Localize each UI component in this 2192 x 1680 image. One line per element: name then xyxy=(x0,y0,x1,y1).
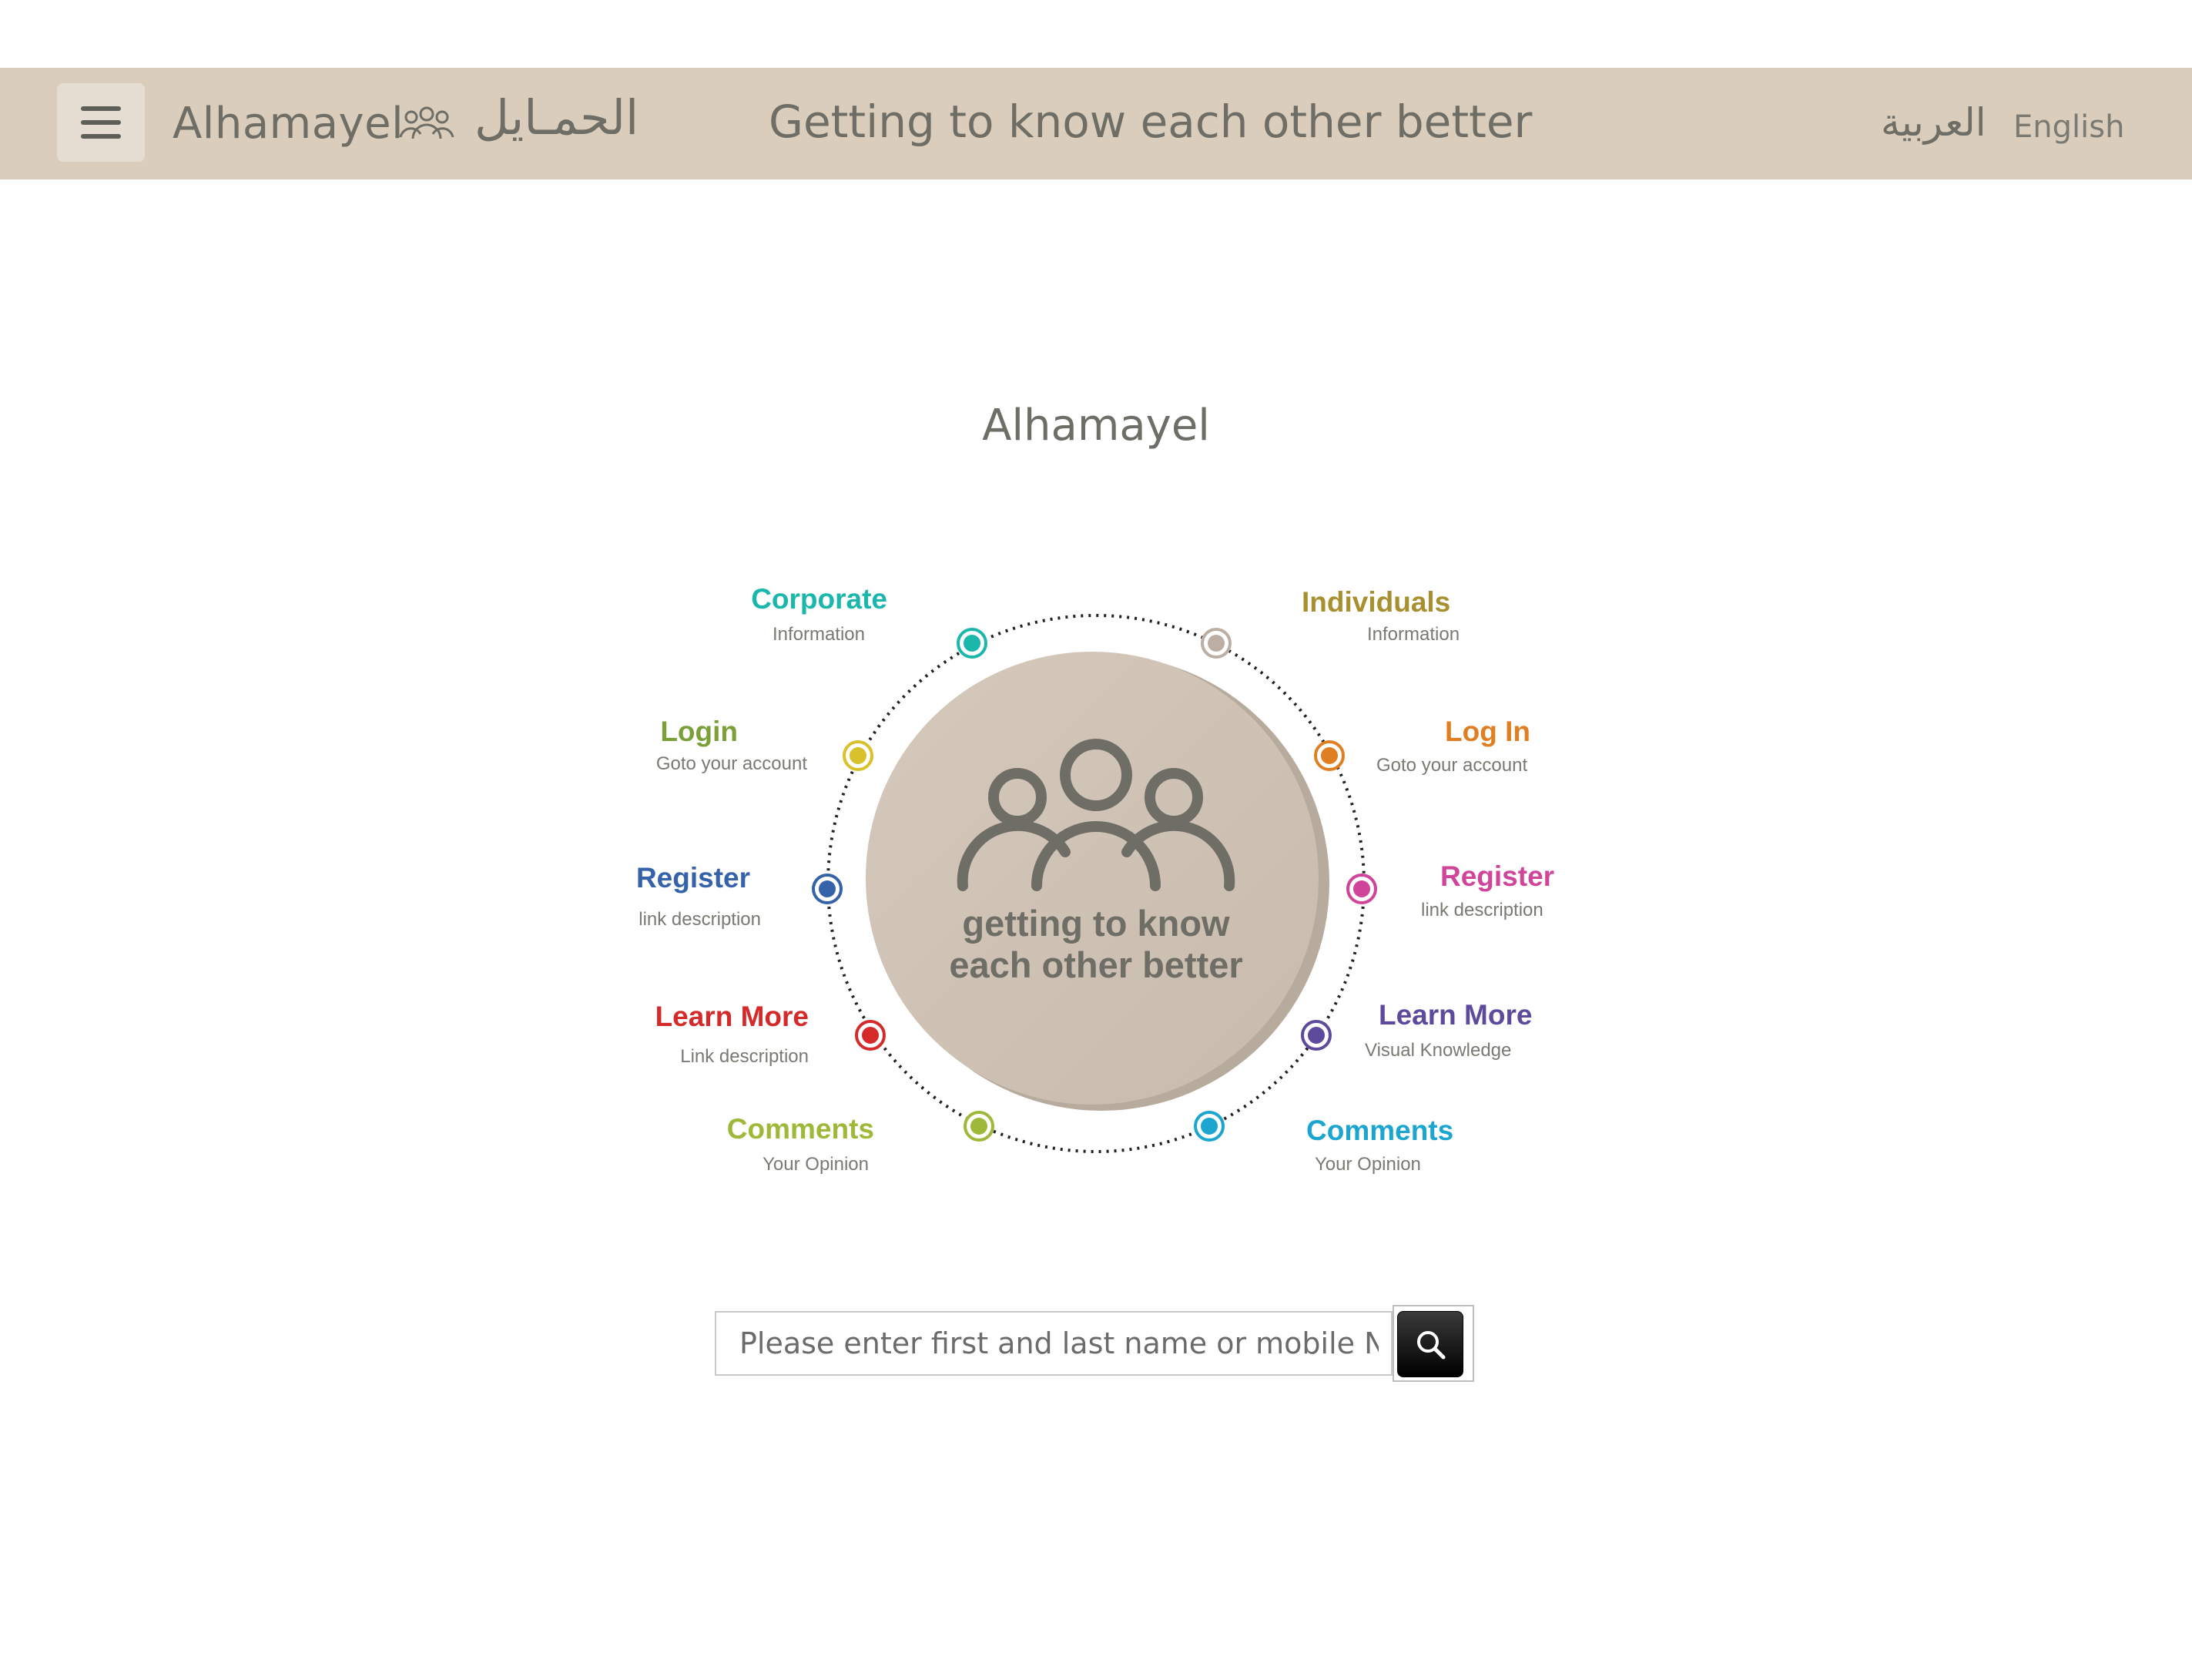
radial-item-corporate[interactable]: Corporate xyxy=(751,582,887,616)
dot-learn-more-left[interactable] xyxy=(855,1020,886,1051)
dot-register-right[interactable] xyxy=(1346,874,1377,904)
radial-item-log-in[interactable]: Log In xyxy=(1445,715,1530,749)
radial-item-desc: Information xyxy=(772,624,865,645)
radial-item-learn-more-left[interactable]: Learn More xyxy=(655,1000,809,1034)
radial-item-register-right-desc: link description xyxy=(1421,900,1543,921)
radial-item-desc: Goto your account xyxy=(655,753,807,774)
radial-item-register-left[interactable]: Register xyxy=(636,861,750,895)
center-tagline: getting to know each other better xyxy=(865,903,1327,986)
dot-comments-left[interactable] xyxy=(964,1111,994,1142)
radial-item-desc: Visual Knowledge xyxy=(1365,1040,1512,1061)
search-button[interactable] xyxy=(1397,1311,1463,1377)
radial-item-learn-more-left-desc: Link description xyxy=(680,1046,809,1068)
radial-item-desc: Your Opinion xyxy=(1315,1154,1421,1175)
dot-corporate[interactable] xyxy=(957,628,987,659)
search-box xyxy=(715,1311,1393,1376)
radial-item-title: Learn More xyxy=(655,1001,809,1032)
center-disc xyxy=(866,652,1319,1105)
radial-item-desc: Goto your account xyxy=(1376,755,1528,776)
radial-item-comments-left-desc: Your Opinion xyxy=(763,1154,869,1175)
radial-item-title: Register xyxy=(1440,860,1555,892)
radial-item-desc: Link description xyxy=(680,1046,809,1067)
radial-item-desc: link description xyxy=(1421,900,1543,920)
center-tagline-line1: getting to know xyxy=(962,903,1230,944)
dot-login-left[interactable] xyxy=(843,740,873,771)
radial-item-learn-more-right-desc: Visual Knowledge xyxy=(1365,1040,1511,1061)
dot-login-right[interactable] xyxy=(1314,740,1345,771)
radial-item-title: Individuals xyxy=(1302,586,1451,618)
radial-item-login-desc: Goto your account xyxy=(656,753,807,775)
radial-item-title: Learn More xyxy=(1379,999,1533,1031)
radial-item-register-right[interactable]: Register xyxy=(1440,860,1554,894)
dot-comments-right[interactable] xyxy=(1194,1111,1225,1142)
radial-item-learn-more-right[interactable]: Learn More xyxy=(1379,998,1532,1032)
radial-item-desc: link description xyxy=(638,909,761,930)
dot-individuals[interactable] xyxy=(1201,628,1232,659)
radial-item-comments-right-desc: Your Opinion xyxy=(1315,1154,1421,1175)
center-tagline-line2: each other better xyxy=(949,944,1243,985)
radial-item-title: Comments xyxy=(726,1113,874,1145)
radial-item-title: Corporate xyxy=(751,583,887,615)
dot-learn-more-right[interactable] xyxy=(1301,1020,1332,1051)
radial-item-log-in-desc: Goto your account xyxy=(1376,755,1527,776)
radial-item-comments-right[interactable]: Comments xyxy=(1306,1114,1453,1148)
radial-item-individuals[interactable]: Individuals xyxy=(1302,585,1450,619)
search-input[interactable] xyxy=(716,1313,1379,1374)
radial-item-title: Register xyxy=(635,862,750,894)
radial-item-desc: Your Opinion xyxy=(763,1154,869,1175)
radial-item-corporate-desc: Information xyxy=(773,624,865,646)
radial-item-title: Log In xyxy=(1445,716,1530,747)
radial-menu-graphic xyxy=(812,614,1377,1153)
radial-item-individuals-desc: Information xyxy=(1367,624,1460,646)
radial-item-desc: Information xyxy=(1367,624,1460,645)
radial-item-register-left-desc: link description xyxy=(638,909,761,931)
radial-item-title: Login xyxy=(660,716,738,747)
radial-item-login[interactable]: Login xyxy=(660,715,738,749)
radial-item-title: Comments xyxy=(1306,1115,1454,1146)
dot-register-left[interactable] xyxy=(812,874,843,904)
radial-item-comments-left[interactable]: Comments xyxy=(727,1112,874,1146)
search-icon xyxy=(1417,1331,1446,1360)
